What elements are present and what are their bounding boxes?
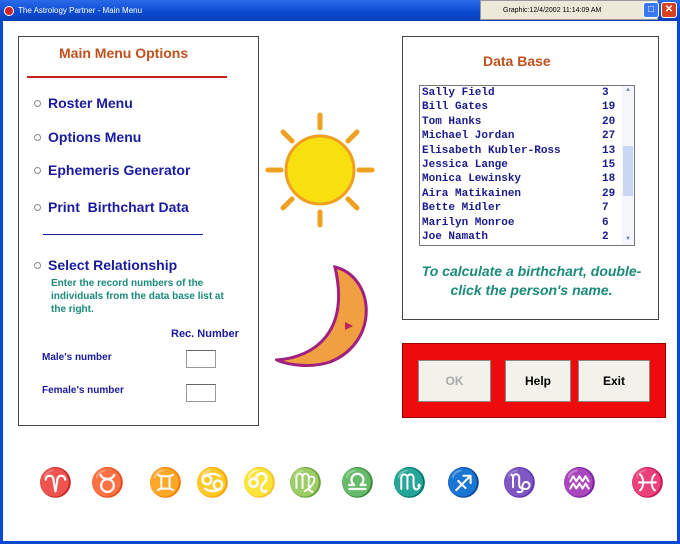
person-row[interactable]: Marilyn Monroe 6 <box>420 216 634 230</box>
rec-number-header: Rec. Number <box>171 328 239 340</box>
person-name: Bill Gates <box>422 101 489 114</box>
person-row[interactable]: Michael Jordan 27 <box>420 129 634 143</box>
main-menu-panel: Main Menu Options Roster Menu Options Me… <box>18 36 259 426</box>
person-row[interactable]: Bill Gates 19 <box>420 100 634 114</box>
taurus-icon[interactable]: ♉ <box>90 466 125 499</box>
person-name: Aira Matikainen <box>422 187 522 200</box>
record-number: 3 <box>602 87 609 99</box>
person-name: Jessica Lange <box>422 158 508 171</box>
tray-text: Graphic:12/4/2002 11:14:09 AM <box>503 6 602 14</box>
sun-icon <box>265 112 375 228</box>
person-name: Tom Hanks <box>422 115 482 128</box>
person-row[interactable]: Bette Midler 7 <box>420 201 634 215</box>
option-print-birthchart[interactable]: Print Birthchart Data <box>34 199 189 215</box>
option-label: Select Relationship <box>48 257 178 273</box>
person-name: Michael Jordan <box>422 130 515 143</box>
virgo-icon[interactable]: ♍ <box>288 466 323 499</box>
option-label: Roster Menu <box>48 95 133 111</box>
person-row[interactable]: Sally Field 3 <box>420 86 634 100</box>
record-number: 18 <box>602 173 616 186</box>
scroll-up-icon[interactable]: ▲ <box>622 86 634 96</box>
record-number: 2 <box>602 230 609 243</box>
maximize-button[interactable]: □ <box>643 2 659 18</box>
divider <box>27 76 227 78</box>
radio-icon[interactable] <box>34 133 41 141</box>
leo-icon[interactable]: ♌ <box>242 466 277 499</box>
person-name: Joe Namath <box>422 230 489 243</box>
person-row[interactable]: Elisabeth Kubler-Ross 13 <box>420 144 634 158</box>
divider <box>43 234 203 235</box>
person-row[interactable]: Aira Matikainen 29 <box>420 187 634 201</box>
gemini-icon[interactable]: ♊ <box>148 466 183 499</box>
option-ephemeris-generator[interactable]: Ephemeris Generator <box>34 162 190 178</box>
person-name: Elisabeth Kubler-Ross <box>422 144 561 157</box>
scorpio-icon[interactable]: ♏ <box>392 466 427 499</box>
option-options-menu[interactable]: Options Menu <box>34 129 141 145</box>
moon-icon <box>275 264 368 367</box>
window-title: The Astrology Partner - Main Menu <box>18 6 143 15</box>
record-number: 13 <box>602 144 616 157</box>
option-label: Ephemeris Generator <box>48 162 191 178</box>
record-number: 7 <box>602 202 609 215</box>
aries-icon[interactable]: ♈ <box>38 466 73 499</box>
ok-button[interactable]: OK <box>418 360 491 402</box>
person-name: Monica Lewinsky <box>422 173 522 186</box>
help-button[interactable]: Help <box>505 360 571 402</box>
database-panel: Data Base Sally Field 3 Bill Gates 19 Tom Ha… <box>402 36 659 320</box>
person-row[interactable]: Monica Lewinsky 18 <box>420 172 634 186</box>
aquarius-icon[interactable]: ♒ <box>562 466 597 499</box>
record-number: 27 <box>602 130 616 143</box>
sagittarius-icon[interactable]: ♐ <box>446 466 481 499</box>
app-icon <box>4 5 14 16</box>
record-number: 29 <box>602 187 616 200</box>
button-area: OK Help Exit <box>402 343 666 418</box>
person-name: Bette Midler <box>422 202 502 215</box>
menu-heading: Main Menu Options <box>59 45 189 61</box>
option-roster-menu[interactable]: Roster Menu <box>34 95 133 111</box>
record-number: 20 <box>602 115 616 128</box>
scroll-thumb[interactable] <box>623 146 633 196</box>
record-number: 19 <box>602 101 616 114</box>
female-label: Female's number <box>42 385 124 396</box>
exit-button[interactable]: Exit <box>578 360 650 402</box>
person-row[interactable]: Joe Namath 2 <box>420 230 634 244</box>
male-label: Male's number <box>42 352 112 363</box>
cancer-icon[interactable]: ♋ <box>195 466 230 499</box>
option-label: Options Menu <box>48 129 142 145</box>
database-heading: Data Base <box>483 53 551 69</box>
scrollbar[interactable]: ▲ ▼ <box>622 86 634 245</box>
capricorn-icon[interactable]: ♑ <box>502 466 537 499</box>
person-name: Marilyn Monroe <box>422 216 515 229</box>
male-number-input[interactable] <box>186 350 216 368</box>
radio-icon[interactable] <box>34 166 41 174</box>
person-row[interactable]: Tom Hanks 20 <box>420 115 634 129</box>
relationship-hint: Enter the record numbers of the individu… <box>51 278 224 315</box>
pisces-icon[interactable]: ♓ <box>630 466 665 499</box>
record-number: 15 <box>602 158 616 171</box>
record-number: 6 <box>602 216 609 229</box>
close-button[interactable]: ✕ <box>661 2 677 18</box>
person-row[interactable]: Jessica Lange 15 <box>420 158 634 172</box>
radio-icon[interactable] <box>34 261 41 269</box>
person-list[interactable]: Sally Field 3 Bill Gates 19 Tom Hanks 20 Micha… <box>419 85 635 246</box>
radio-icon[interactable] <box>34 203 41 211</box>
scroll-down-icon[interactable]: ▼ <box>622 235 634 245</box>
database-hint: To calculate a birthchart, double-click … <box>421 263 642 298</box>
option-select-relationship[interactable]: Select Relationship <box>34 257 177 273</box>
option-label: Print Birthchart Data <box>48 199 189 215</box>
graphic-tray[interactable]: Graphic:12/4/2002 11:14:09 AM▼ <box>480 0 658 20</box>
person-name: Sally Field <box>422 87 495 99</box>
radio-icon[interactable] <box>34 99 41 107</box>
female-number-input[interactable] <box>186 384 216 402</box>
libra-icon[interactable]: ♎ <box>340 466 375 499</box>
